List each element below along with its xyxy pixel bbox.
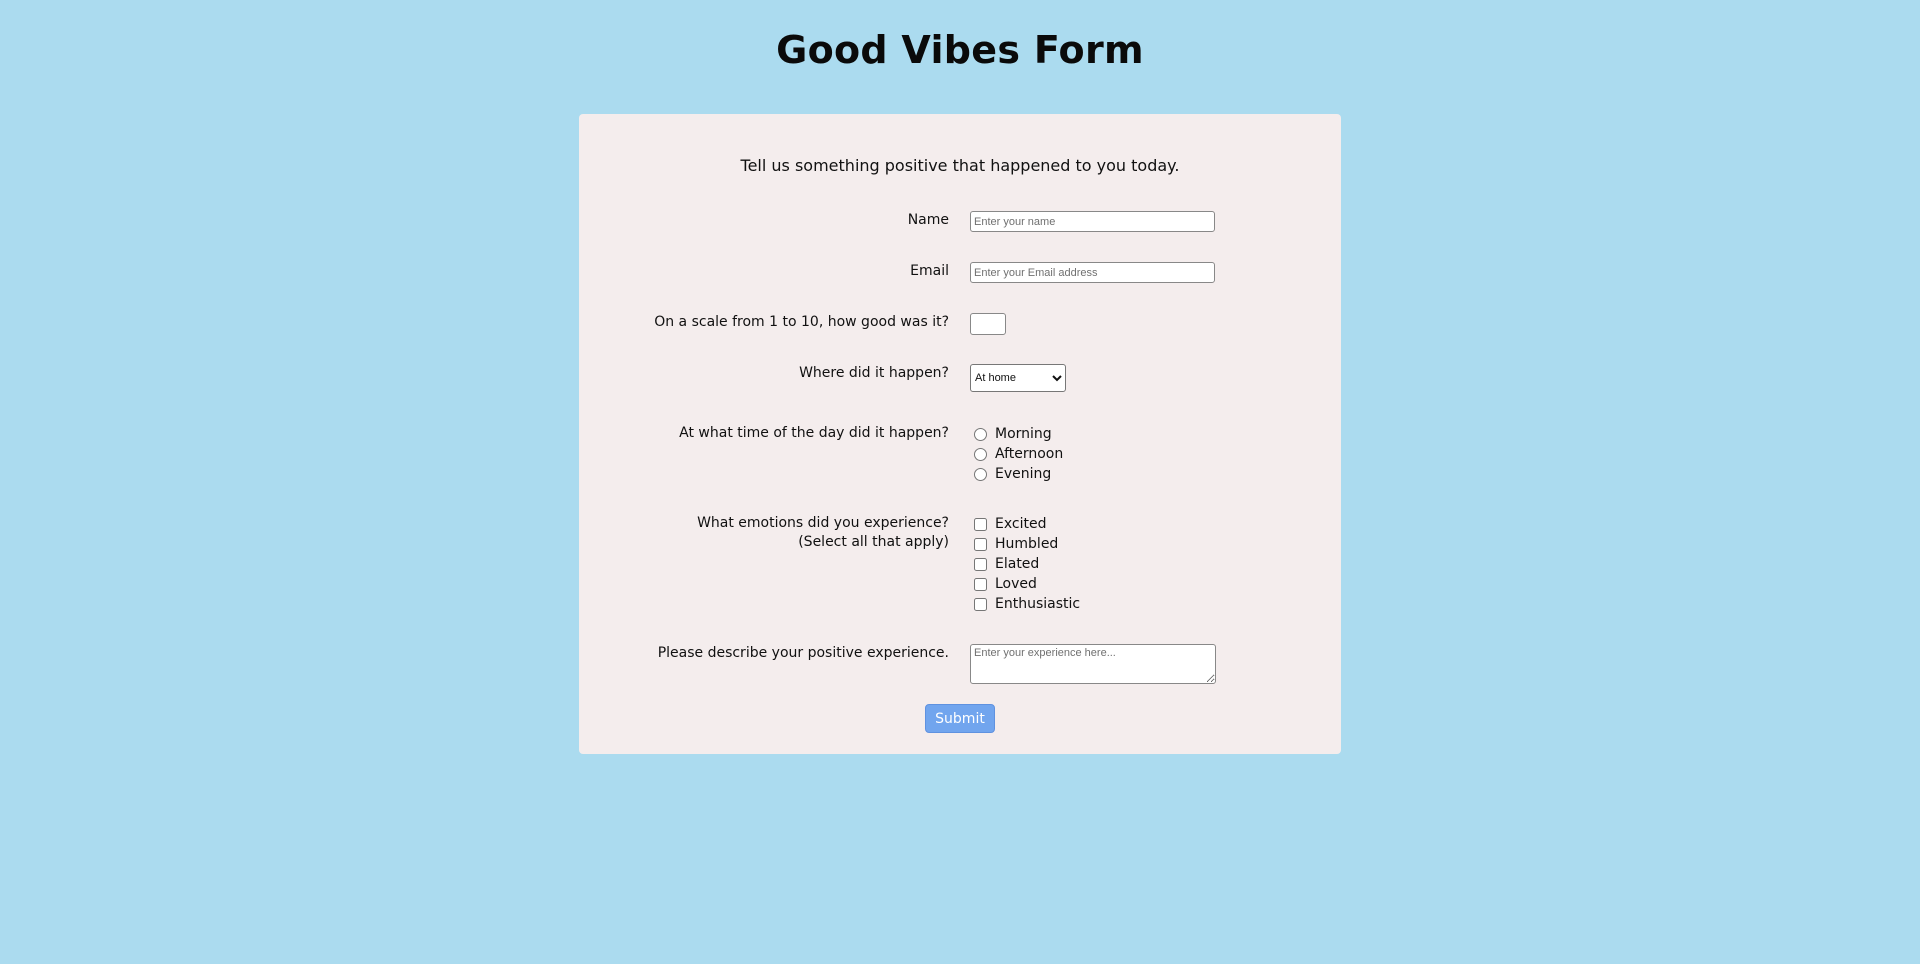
emotion-option-label: Elated xyxy=(995,556,1040,572)
experience-label: Please describe your positive experience… xyxy=(657,645,949,661)
emotion-option-humbled[interactable]: Humbled xyxy=(974,534,1058,554)
email-input[interactable] xyxy=(970,262,1215,283)
page-title: Good Vibes Form xyxy=(776,28,1144,72)
emotion-option-label: Excited xyxy=(995,516,1047,532)
form-intro: Tell us something positive that happened… xyxy=(740,156,1180,175)
email-label: Email xyxy=(910,263,949,279)
scale-label: On a scale from 1 to 10, how good was it… xyxy=(654,314,949,330)
emotion-option-enthusiastic[interactable]: Enthusiastic xyxy=(974,594,1080,614)
location-label: Where did it happen? xyxy=(799,365,949,381)
location-select[interactable]: At home xyxy=(970,364,1066,392)
time-radio-afternoon[interactable] xyxy=(974,447,987,461)
emotion-checkbox-humbled[interactable] xyxy=(974,537,987,551)
emotion-option-loved[interactable]: Loved xyxy=(974,574,1037,594)
time-radio-morning[interactable] xyxy=(974,427,987,441)
time-radio-evening[interactable] xyxy=(974,467,987,481)
time-option-afternoon[interactable]: Afternoon xyxy=(974,444,1063,464)
emotions-label-line2: (Select all that apply) xyxy=(798,534,949,550)
time-label: At what time of the day did it happen? xyxy=(679,425,949,441)
emotion-checkbox-loved[interactable] xyxy=(974,577,987,591)
emotion-option-label: Enthusiastic xyxy=(995,596,1081,612)
name-input[interactable] xyxy=(970,211,1215,232)
time-option-morning[interactable]: Morning xyxy=(974,424,1052,444)
submit-button[interactable]: Submit xyxy=(925,704,995,733)
name-label: Name xyxy=(907,212,949,228)
time-option-label: Afternoon xyxy=(995,446,1064,462)
emotion-checkbox-excited[interactable] xyxy=(974,517,987,531)
scale-input[interactable] xyxy=(970,313,1006,335)
emotion-checkbox-enthusiastic[interactable] xyxy=(974,597,987,611)
experience-textarea[interactable] xyxy=(970,644,1216,684)
emotion-option-label: Humbled xyxy=(995,536,1059,552)
time-option-evening[interactable]: Evening xyxy=(974,464,1051,484)
emotions-label-line1: What emotions did you experience? xyxy=(697,515,949,531)
emotion-option-excited[interactable]: Excited xyxy=(974,514,1046,534)
time-option-label: Morning xyxy=(995,426,1052,442)
form-card: Tell us something positive that happened… xyxy=(579,114,1341,754)
emotion-option-label: Loved xyxy=(995,576,1037,592)
time-option-label: Evening xyxy=(995,466,1052,482)
emotion-option-elated[interactable]: Elated xyxy=(974,554,1039,574)
emotions-label: What emotions did you experience? (Selec… xyxy=(697,514,949,552)
emotion-checkbox-elated[interactable] xyxy=(974,557,987,571)
